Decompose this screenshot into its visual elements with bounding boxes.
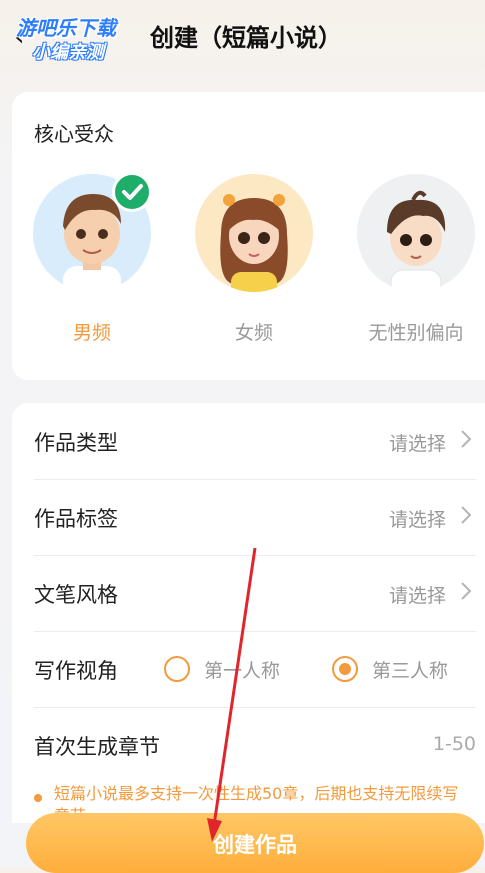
row-work-tags-value: 请选择 — [388, 509, 446, 531]
note-bullet — [34, 794, 42, 802]
radio-third-person-dot[interactable] — [332, 656, 358, 682]
row-writing-style-value: 请选择 — [388, 585, 446, 607]
watermark-logo: 游吧乐下载 小编亲测 — [16, 12, 142, 66]
create-work-button-label: 创建作品 — [213, 833, 297, 857]
row-first-chapters[interactable]: 首次生成章节 1-50 — [34, 707, 476, 783]
female-avatar — [195, 174, 313, 292]
top-bar: ‹ 游吧乐下载 小编亲测 创建（短篇小说） — [0, 0, 485, 70]
row-work-tags-label: 作品标签 — [34, 507, 118, 531]
page-title: 创建（短篇小说） — [150, 24, 342, 52]
audience-title: 核心受众 — [34, 122, 114, 146]
radio-first-person-dot[interactable] — [164, 656, 190, 682]
selected-check-icon — [112, 172, 152, 212]
row-work-tags[interactable]: 作品标签 请选择 — [34, 479, 476, 556]
row-writing-style[interactable]: 文笔风格 请选择 — [34, 555, 476, 632]
row-work-type[interactable]: 作品类型 请选择 — [34, 403, 476, 480]
watermark-line2: 小编亲测 — [32, 42, 104, 63]
row-perspective: 写作视角 第一人称 第三人称 — [34, 631, 476, 708]
row-work-type-value: 请选择 — [388, 433, 446, 455]
row-first-chapters-label: 首次生成章节 — [34, 735, 160, 759]
watermark-line1: 游吧乐下载 — [16, 16, 116, 40]
row-work-type-label: 作品类型 — [34, 431, 118, 455]
audience-option-female[interactable]: 女频 — [184, 174, 324, 345]
chevron-right-icon — [461, 506, 472, 524]
row-first-chapters-range[interactable]: 1-50 — [433, 733, 476, 755]
settings-card: 作品类型 请选择 作品标签 请选择 文笔风格 请选择 写作视角 第一人称 第三人… — [12, 403, 485, 823]
audience-label-female: 女频 — [234, 322, 273, 344]
row-writing-style-label: 文笔风格 — [34, 583, 118, 607]
chevron-right-icon — [461, 582, 472, 600]
row-perspective-label: 写作视角 — [34, 659, 118, 683]
audience-label-male: 男频 — [72, 322, 111, 344]
audience-option-neutral[interactable]: 无性别偏向 — [346, 174, 485, 345]
radio-first-person-label: 第一人称 — [204, 660, 281, 682]
audience-card: 核心受众 男频 女频 无性别偏向 — [12, 92, 485, 380]
create-work-button[interactable]: 创建作品 — [26, 813, 484, 873]
radio-third-person-label: 第三人称 — [372, 660, 449, 682]
chevron-right-icon — [461, 430, 472, 448]
audience-label-neutral: 无性别偏向 — [368, 322, 464, 344]
neutral-avatar — [357, 174, 475, 292]
